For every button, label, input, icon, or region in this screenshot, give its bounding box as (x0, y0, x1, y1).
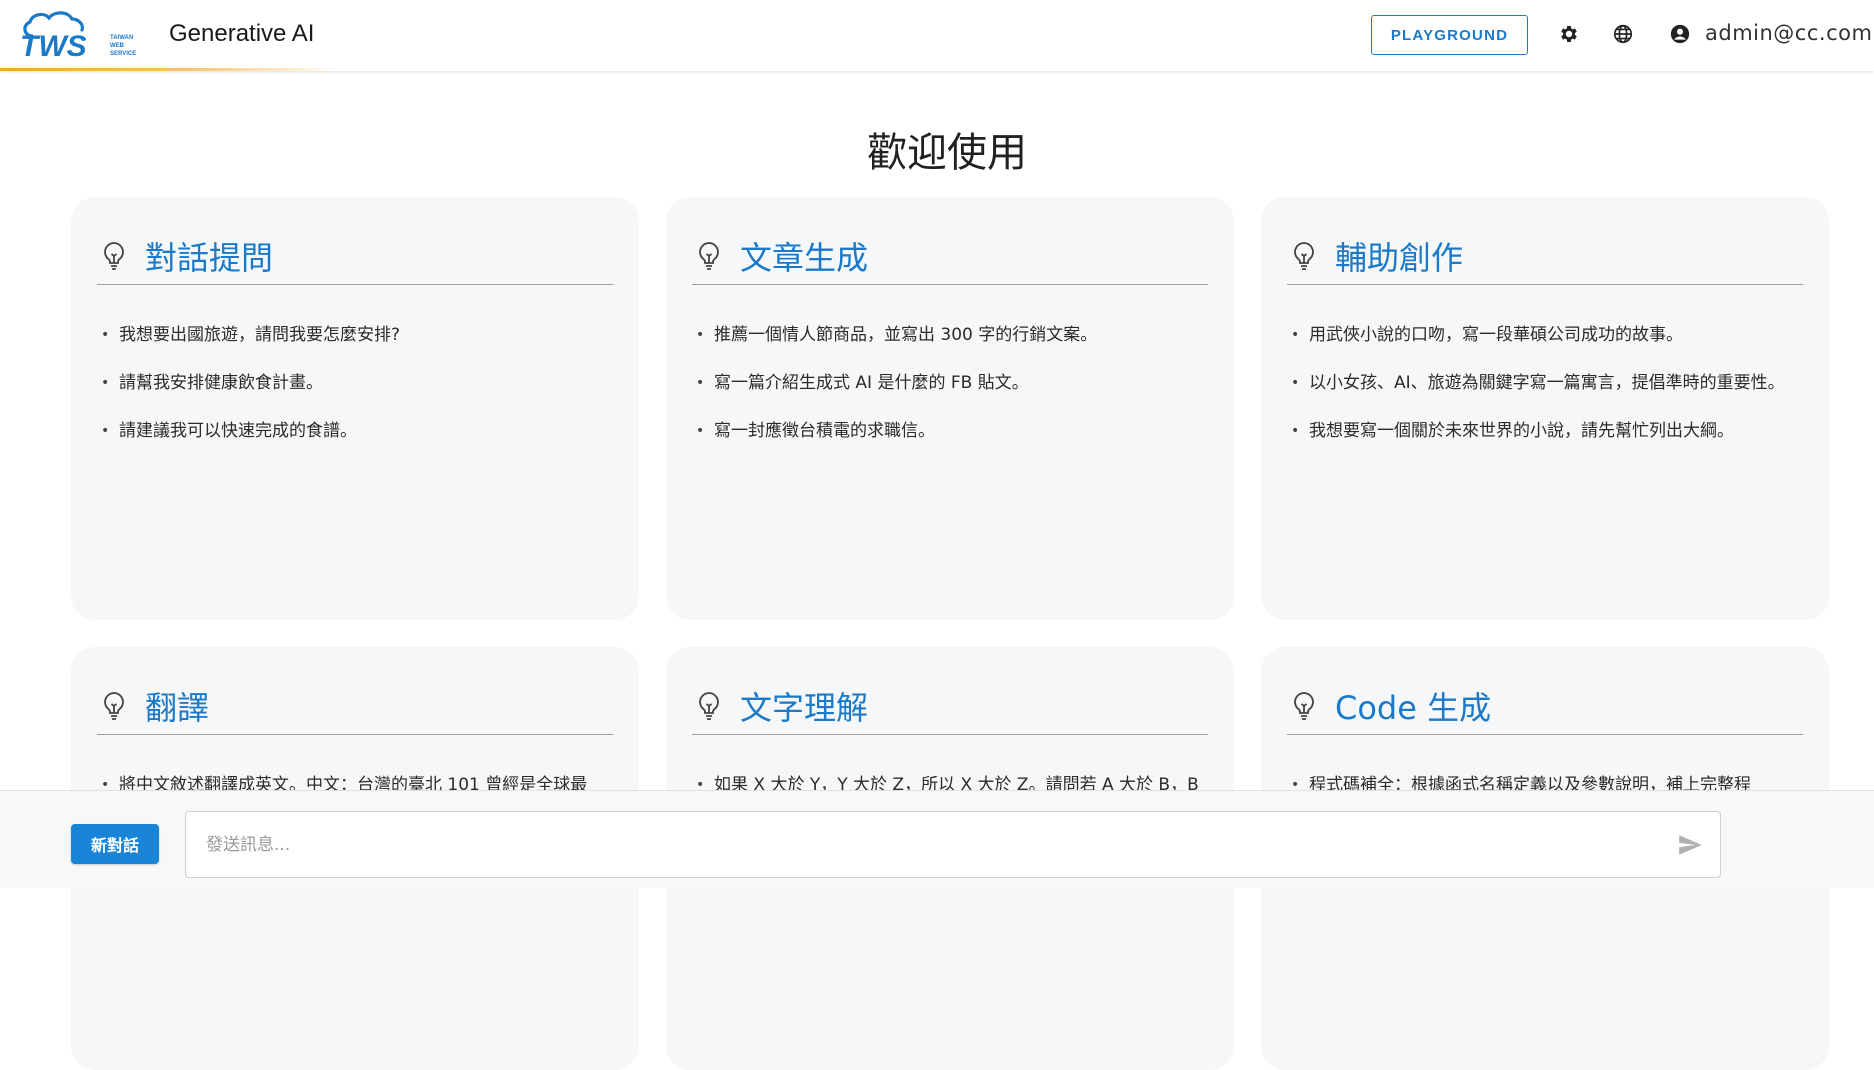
suggestion-card-chat: 對話提問 我想要出國旅遊，請問我要怎麼安排? 請幫我安排健康飲食計畫。 請建議我… (71, 197, 639, 620)
welcome-heading: 歡迎使用 (867, 130, 1027, 176)
suggestion-item[interactable]: 推薦一個情人節商品，並寫出 300 字的行銷文案。 (692, 319, 1208, 351)
header-accent-line (0, 68, 340, 71)
card-title: 輔助創作 (1335, 238, 1464, 277)
card-header: 對話提問 (97, 227, 613, 285)
suggestion-item[interactable]: 請幫我安排健康飲食計畫。 (97, 367, 613, 399)
suggestion-card-creative: 輔助創作 用武俠小說的口吻，寫一段華碩公司成功的故事。 以小女孩、AI、旅遊為關… (1261, 197, 1829, 620)
card-header: 文章生成 (692, 227, 1208, 285)
lightbulb-icon (699, 241, 719, 270)
card-header: 翻譯 (97, 677, 613, 735)
card-header: 文字理解 (692, 677, 1208, 735)
card-title: 翻譯 (145, 688, 210, 727)
chat-input-bar: 新對話 (0, 790, 1874, 888)
suggestion-list: 推薦一個情人節商品，並寫出 300 字的行銷文案。 寫一篇介紹生成式 AI 是什… (692, 319, 1208, 463)
lightbulb-icon (699, 691, 719, 720)
card-header: Code 生成 (1287, 677, 1803, 735)
suggestion-item[interactable]: 請建議我可以快速完成的食譜。 (97, 415, 613, 447)
suggestion-card-article: 文章生成 推薦一個情人節商品，並寫出 300 字的行銷文案。 寫一篇介紹生成式 … (666, 197, 1234, 620)
send-icon[interactable] (1676, 832, 1704, 858)
message-input[interactable] (206, 812, 1646, 877)
new-chat-button[interactable]: 新對話 (71, 824, 159, 864)
suggestion-item[interactable]: 我想要出國旅遊，請問我要怎麼安排? (97, 319, 613, 351)
svg-text:TWS: TWS (20, 30, 87, 59)
svg-text:WEB: WEB (110, 43, 125, 49)
suggestion-list: 用武俠小說的口吻，寫一段華碩公司成功的故事。 以小女孩、AI、旅遊為關鍵字寫一篇… (1287, 319, 1803, 463)
user-email[interactable]: admin@cc.com (1705, 21, 1872, 45)
card-title: 文章生成 (740, 238, 869, 277)
globe-icon[interactable] (1611, 22, 1635, 46)
card-title: 對話提問 (145, 238, 274, 277)
app-title: Generative AI (169, 20, 315, 47)
lightbulb-icon (104, 241, 124, 270)
lightbulb-icon (1294, 241, 1314, 270)
tws-logo[interactable]: TWS TAIWAN WEB SERVICE (18, 9, 148, 59)
suggestion-item[interactable]: 我想要寫一個關於未來世界的小說，請先幫忙列出大綱。 (1287, 415, 1803, 447)
lightbulb-icon (104, 691, 124, 720)
card-header: 輔助創作 (1287, 227, 1803, 285)
suggestion-item[interactable]: 寫一封應徵台積電的求職信。 (692, 415, 1208, 447)
account-circle-icon[interactable] (1668, 22, 1692, 46)
suggestion-item[interactable]: 用武俠小說的口吻，寫一段華碩公司成功的故事。 (1287, 319, 1803, 351)
playground-button[interactable]: PLAYGROUND (1371, 15, 1528, 55)
suggestion-list: 我想要出國旅遊，請問我要怎麼安排? 請幫我安排健康飲食計畫。 請建議我可以快速完… (97, 319, 613, 463)
suggestion-item[interactable]: 寫一篇介紹生成式 AI 是什麼的 FB 貼文。 (692, 367, 1208, 399)
svg-text:SERVICE: SERVICE (110, 51, 136, 57)
settings-icon[interactable] (1557, 22, 1581, 46)
suggestion-item[interactable]: 以小女孩、AI、旅遊為關鍵字寫一篇寓言，提倡準時的重要性。 (1287, 367, 1803, 399)
message-input-container (185, 811, 1721, 878)
card-title: Code 生成 (1335, 688, 1492, 727)
card-title: 文字理解 (740, 688, 869, 727)
lightbulb-icon (1294, 691, 1314, 720)
svg-text:TAIWAN: TAIWAN (110, 35, 133, 41)
top-app-bar: TWS TAIWAN WEB SERVICE Generative AI PLA… (0, 0, 1874, 71)
